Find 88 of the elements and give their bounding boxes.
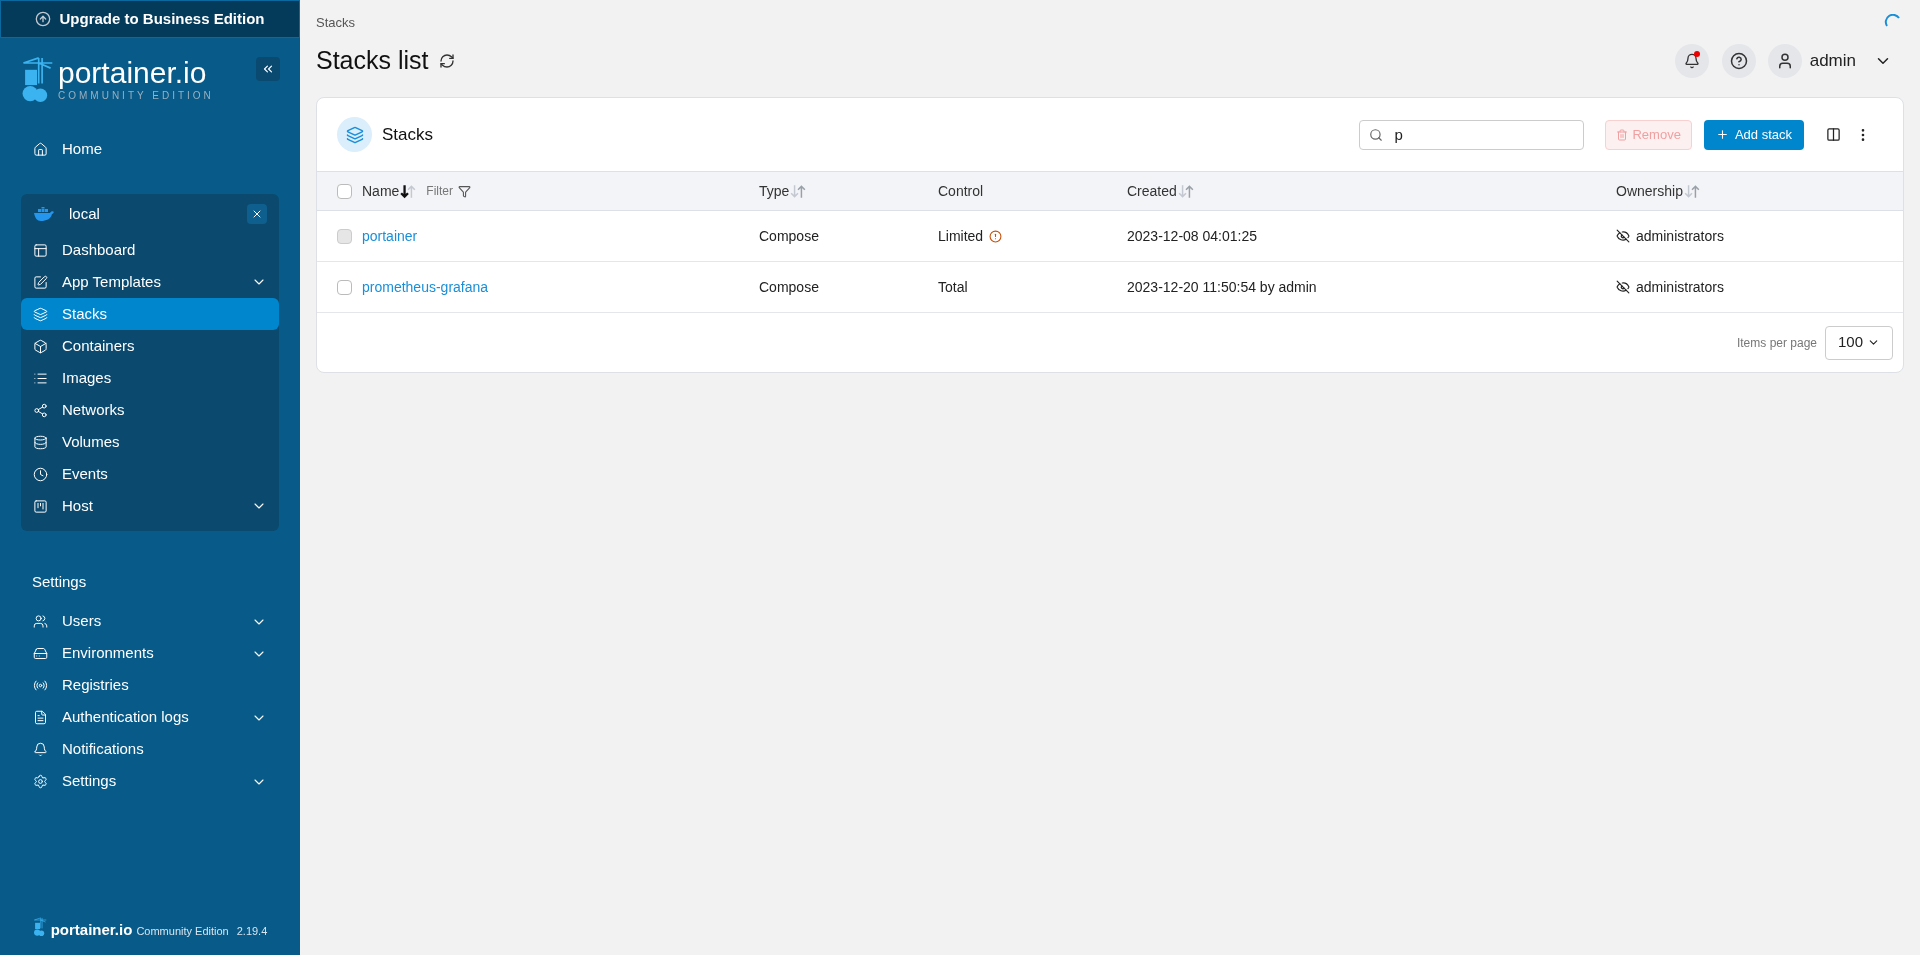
sidebar-item[interactable]: Environments xyxy=(21,637,279,670)
broadcast-icon xyxy=(33,678,48,693)
list-icon xyxy=(33,370,48,386)
sidebar-item[interactable]: Events xyxy=(21,458,279,490)
sidebar-item[interactable]: Settings xyxy=(21,765,279,798)
card-title: Stacks xyxy=(382,123,435,146)
sidebar-item[interactable]: Home xyxy=(21,133,279,165)
bell-icon xyxy=(33,742,48,757)
table-cell: 2023-12-20 11:50:54 by admin xyxy=(1127,278,1317,295)
footer-edition: Community Edition xyxy=(136,926,229,937)
help-icon xyxy=(1729,52,1748,70)
sidebar-item[interactable]: Dashboard xyxy=(21,234,279,266)
sidebar-item[interactable]: Networks xyxy=(21,394,279,426)
sidebar-item[interactable]: Images xyxy=(21,362,279,394)
column-header[interactable]: Created xyxy=(1127,180,1177,202)
close-button[interactable] xyxy=(247,204,267,224)
whale-icon xyxy=(33,207,55,221)
plus-icon xyxy=(1715,128,1729,141)
settings-icon xyxy=(33,774,48,789)
sidebar-item[interactable]: App Templates xyxy=(21,266,279,298)
arrow-up-circle-icon xyxy=(35,11,52,27)
table-cell-text: administrators xyxy=(1636,226,1724,246)
sidebar-item[interactable]: Stacks xyxy=(21,298,279,330)
trash-icon xyxy=(1616,128,1629,141)
layers-icon xyxy=(33,306,48,322)
board-icon xyxy=(33,498,48,514)
notifications-button[interactable] xyxy=(1674,44,1709,78)
page-title: Stacks list xyxy=(316,45,429,77)
table-cell: Compose xyxy=(759,227,819,244)
edit-icon xyxy=(33,274,48,290)
user-avatar[interactable] xyxy=(1767,44,1802,78)
search-field[interactable]: p xyxy=(1359,119,1585,150)
user-name[interactable]: admin xyxy=(1809,48,1856,74)
chevrons-left-icon xyxy=(261,62,275,76)
cube-icon xyxy=(33,338,48,354)
users-icon xyxy=(33,614,48,629)
add-stack-button[interactable]: Add stack xyxy=(1703,119,1804,150)
table-cell-text: Limited xyxy=(938,226,984,246)
table-cell: Compose xyxy=(759,278,819,295)
sidebar-item[interactable]: Host xyxy=(21,490,279,522)
filter-icon[interactable] xyxy=(458,184,472,198)
logo-text: portainer.io xyxy=(58,57,208,88)
bell-icon xyxy=(1683,53,1700,69)
document-icon xyxy=(33,710,48,725)
row-checkbox[interactable] xyxy=(337,279,352,295)
database-icon xyxy=(33,434,48,450)
home-icon xyxy=(33,141,48,157)
share-nodes-icon xyxy=(33,402,48,418)
drive-icon xyxy=(33,646,48,661)
sidebar-item[interactable]: Registries xyxy=(21,669,279,702)
stack-name-link[interactable]: prometheus-grafana xyxy=(362,278,489,295)
crane-logo-icon xyxy=(20,56,54,104)
filter-label[interactable]: Filter xyxy=(426,182,454,200)
columns-icon[interactable] xyxy=(1826,127,1841,142)
sidebar-item[interactable]: Containers xyxy=(21,330,279,362)
footer-version: 2.19.4 xyxy=(236,926,268,937)
table-cell-text: administrators xyxy=(1636,277,1724,297)
layers-badge-icon xyxy=(337,117,372,152)
sidebar-item[interactable]: Users xyxy=(21,605,279,638)
collapse-sidebar-button[interactable] xyxy=(256,57,280,81)
table-cell-text: Total xyxy=(938,277,968,297)
eye-off-icon xyxy=(1616,229,1630,243)
eye-off-icon xyxy=(1616,280,1630,294)
column-header: Control xyxy=(938,181,984,201)
help-button[interactable] xyxy=(1721,44,1756,78)
clock-icon xyxy=(33,466,48,482)
environment-name: local xyxy=(69,203,101,224)
items-per-page-label: Items per page xyxy=(1736,334,1817,352)
refresh-icon[interactable] xyxy=(438,53,455,69)
search-icon xyxy=(1369,127,1384,142)
sidebar-item[interactable]: Volumes xyxy=(21,426,279,458)
upgrade-banner[interactable]: Upgrade to Business Edition xyxy=(0,0,300,38)
dashboard-icon xyxy=(33,242,48,258)
crane-logo-icon xyxy=(32,917,47,937)
breadcrumb[interactable]: Stacks xyxy=(316,13,1884,33)
select-all-checkbox[interactable] xyxy=(337,183,352,199)
column-header[interactable]: Ownership xyxy=(1616,180,1683,202)
sidebar-item[interactable]: Authentication logs xyxy=(21,701,279,734)
settings-heading: Settings xyxy=(32,572,88,592)
close-icon xyxy=(251,208,263,220)
logo-subtitle: COMMUNITY EDITION xyxy=(58,89,214,103)
footer-logo-text: portainer.io xyxy=(50,922,133,937)
items-per-page-select[interactable]: 100 xyxy=(1825,325,1893,360)
sort-arrows-icon[interactable] xyxy=(400,183,417,199)
table-cell: 2023-12-08 04:01:25 xyxy=(1127,227,1257,244)
column-header[interactable]: Name xyxy=(362,180,400,202)
column-header[interactable]: Type xyxy=(759,180,790,202)
sidebar-item[interactable]: Notifications xyxy=(21,733,279,766)
